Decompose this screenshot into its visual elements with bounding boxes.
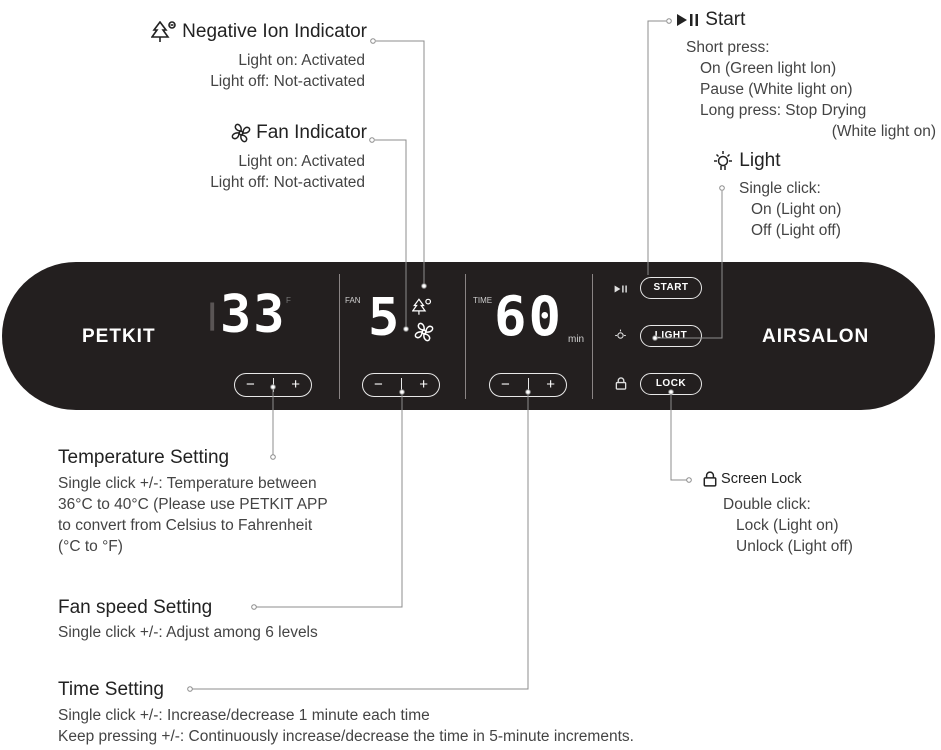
light-title: Light <box>739 150 781 172</box>
time-display-label: TIME <box>473 296 493 305</box>
start-button[interactable]: START <box>640 277 702 299</box>
panel-bulb-icon <box>615 329 626 339</box>
fan-minus-button[interactable]: − <box>374 376 383 393</box>
temperature-callout-title: Temperature Setting <box>58 447 230 468</box>
fan-speed-line-1: Single click +/-: Adjust among 6 levels <box>58 624 318 641</box>
divider-2 <box>465 274 466 399</box>
start-line-4: Long press: Stop Drying <box>700 102 867 119</box>
light-desc: Single click: On (Light on) Off (Light o… <box>739 178 841 241</box>
temperature-plus-button[interactable]: + <box>291 376 300 393</box>
play-pause-icon <box>677 13 698 26</box>
fan-indicator-callout-title: Fan Indicator <box>231 122 367 144</box>
divider-1 <box>339 274 340 399</box>
temperature-stepper-divider <box>273 378 274 392</box>
negative-ion-title: Negative Ion Indicator <box>182 21 367 43</box>
fan-icon <box>231 123 251 143</box>
control-panel: PETKIT | 33 F − + FAN 5 − + TIME 60 min <box>2 262 935 410</box>
light-button[interactable]: LIGHT <box>640 325 702 347</box>
time-stepper[interactable]: − + <box>489 373 567 397</box>
light-line-3: Off (Light off) <box>751 222 841 239</box>
negative-ion-line-2: Light off: Not-activated <box>210 73 365 90</box>
time-display: 60 <box>494 285 564 348</box>
time-line-1: Single click +/-: Increase/decrease 1 mi… <box>58 707 430 724</box>
fan-indicator-line-2: Light off: Not-activated <box>210 174 365 191</box>
start-line-1: Short press: <box>686 39 770 56</box>
screen-lock-line-1: Double click: <box>723 496 811 513</box>
fan-indicator-line-1: Light on: Activated <box>238 153 365 170</box>
time-plus-button[interactable]: + <box>546 376 555 393</box>
fan-stepper-divider <box>401 378 402 392</box>
petkit-logo: PETKIT <box>82 326 156 347</box>
start-line-3: Pause (White light on) <box>700 81 853 98</box>
negative-ion-desc: Light on: Activated Light off: Not-activ… <box>210 50 365 92</box>
negative-ion-line-1: Light on: Activated <box>238 52 365 69</box>
time-desc: Single click +/-: Increase/decrease 1 mi… <box>58 705 634 747</box>
temp-leading-segment: | <box>208 298 217 331</box>
negative-ion-callout-title: Negative Ion Indicator <box>150 21 367 43</box>
temperature-minus-button[interactable]: − <box>246 376 255 393</box>
temperature-unit: F <box>286 296 291 305</box>
light-line-1: Single click: <box>739 180 821 197</box>
lock-button[interactable]: LOCK <box>640 373 702 395</box>
time-unit: min <box>568 334 585 345</box>
fan-indicator-title: Fan Indicator <box>256 122 367 143</box>
panel-ion-icon <box>412 298 432 315</box>
panel-lock-icon <box>615 377 627 390</box>
screen-lock-callout-title: Screen Lock <box>703 471 802 487</box>
panel-play-pause-icon <box>614 285 627 293</box>
time-callout-title: Time Setting <box>58 679 164 700</box>
light-callout-title: Light <box>712 150 780 172</box>
start-title: Start <box>705 9 746 30</box>
time-minus-button[interactable]: − <box>501 376 510 393</box>
temperature-line-2: 36°C to 40°C (Please use PETKIT APP <box>58 496 328 513</box>
time-line-2: Keep pressing +/-: Continuously increase… <box>58 728 634 745</box>
start-line-5: (White light on) <box>831 123 936 140</box>
temperature-stepper[interactable]: − + <box>234 373 312 397</box>
screen-lock-line-3: Unlock (Light off) <box>736 538 853 555</box>
temperature-display: 33 <box>220 285 287 345</box>
start-callout-title: Start <box>676 9 745 31</box>
start-desc: Short press: On (Green light lon) Pause … <box>686 37 936 142</box>
temperature-desc: Single click +/-: Temperature between 36… <box>58 473 328 557</box>
fan-speed-stepper[interactable]: − + <box>362 373 440 397</box>
screen-lock-title: Screen Lock <box>721 471 802 487</box>
light-line-2: On (Light on) <box>751 201 842 218</box>
time-stepper-divider <box>528 378 529 392</box>
airsalon-logo: AIRSALON <box>762 326 870 347</box>
screen-lock-line-2: Lock (Light on) <box>736 517 839 534</box>
fan-plus-button[interactable]: + <box>419 376 428 393</box>
tree-ion-icon <box>150 21 176 42</box>
lock-icon <box>703 471 717 487</box>
panel-fan-icon <box>414 322 434 342</box>
bulb-icon <box>714 151 732 170</box>
fan-display-label: FAN <box>345 296 361 305</box>
screen-lock-desc: Double click: Lock (Light on) Unlock (Li… <box>723 494 853 557</box>
temperature-line-1: Single click +/-: Temperature between <box>58 475 317 492</box>
fan-indicator-desc: Light on: Activated Light off: Not-activ… <box>210 151 365 193</box>
fan-speed-callout-title: Fan speed Setting <box>58 597 213 618</box>
start-line-2: On (Green light lon) <box>700 60 837 77</box>
fan-speed-desc: Single click +/-: Adjust among 6 levels <box>58 622 318 643</box>
temperature-line-4: (°C to °F) <box>58 538 123 555</box>
temperature-line-3: to convert from Celsius to Fahrenheit <box>58 517 313 534</box>
fan-display: 5 <box>368 288 402 348</box>
divider-3 <box>592 274 593 399</box>
